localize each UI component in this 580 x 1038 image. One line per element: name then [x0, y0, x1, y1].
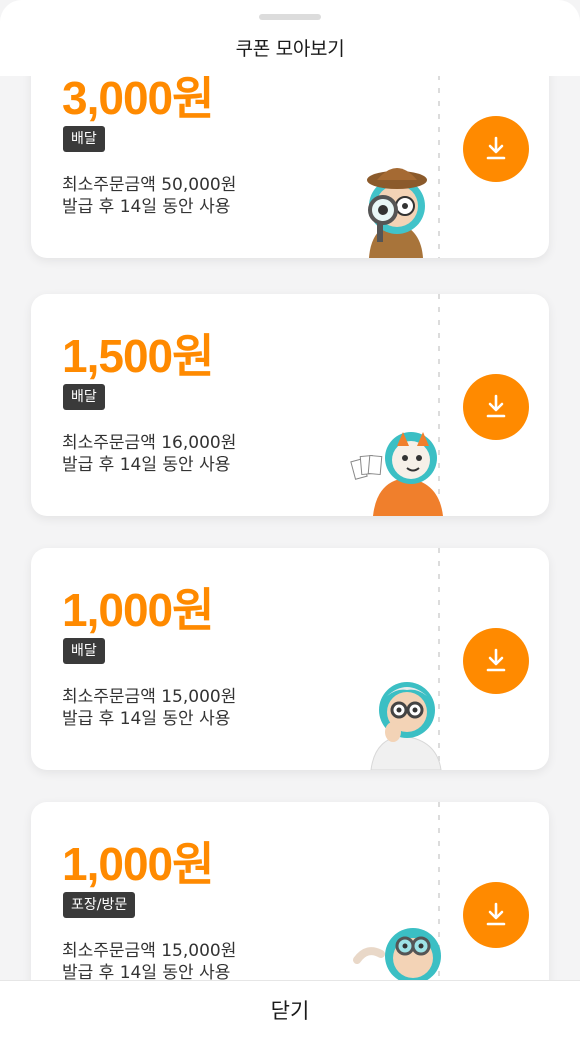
download-coupon-button[interactable]	[463, 628, 529, 694]
coupon-conditions: 최소주문금액 16,000원 발급 후 14일 동안 사용	[62, 432, 236, 476]
coupon-type-badge: 배달	[63, 638, 105, 664]
sheet-footer: 닫기	[0, 980, 580, 1038]
sheet-title: 쿠폰 모아보기	[235, 38, 345, 60]
coupon-validity: 발급 후 14일 동안 사용	[62, 709, 231, 729]
sheet-header: 쿠폰 모아보기	[0, 0, 580, 76]
close-button[interactable]: 닫기	[0, 981, 580, 1038]
download-icon	[486, 902, 506, 926]
coupon-validity: 발급 후 14일 동안 사용	[62, 963, 231, 980]
coupon-type-badge: 배달	[63, 384, 105, 410]
coupon-amount: 1,500원	[62, 330, 214, 382]
coupon-min-order: 최소주문금액 16,000원	[62, 433, 237, 453]
detective-mascot-illustration	[367, 168, 427, 258]
coupon-conditions: 최소주문금액 15,000원 발급 후 14일 동안 사용	[62, 940, 236, 980]
download-icon	[486, 648, 506, 672]
coupon-conditions: 최소주문금액 15,000원 발급 후 14일 동안 사용	[62, 686, 236, 730]
coupon-amount: 1,000원	[62, 838, 214, 890]
coupon-amount: 3,000원	[62, 76, 214, 124]
coupon-card: 1,500원 배달 최소주문금액 16,000원 발급 후 14일 동안 사용	[31, 294, 549, 516]
download-coupon-button[interactable]	[463, 374, 529, 440]
coupon-min-order: 최소주문금액 50,000원	[62, 175, 237, 195]
coupon-conditions: 최소주문금액 50,000원 발급 후 14일 동안 사용	[62, 174, 236, 218]
download-icon	[486, 136, 506, 160]
cat-mascot-illustration	[350, 432, 443, 516]
coupon-min-order: 최소주문금액 15,000원	[62, 687, 237, 707]
coupon-type-badge: 포장/방문	[63, 892, 136, 918]
coupon-validity: 발급 후 14일 동안 사용	[62, 455, 231, 475]
scientist-mascot-illustration	[370, 682, 442, 770]
coupon-min-order: 최소주문금액 15,000원	[62, 941, 237, 961]
download-coupon-button[interactable]	[463, 116, 529, 182]
download-coupon-button[interactable]	[463, 882, 529, 948]
goggles-mascot-illustration	[353, 928, 441, 980]
coupon-validity: 발급 후 14일 동안 사용	[62, 197, 231, 217]
coupon-list[interactable]: 3,000원 배달 최소주문금액 50,000원 발급 후 14일 동안 사용	[0, 76, 580, 980]
coupon-amount: 1,000원	[62, 584, 214, 636]
coupon-card: 1,000원 포장/방문 최소주문금액 15,000원 발급 후 14일 동안 …	[31, 802, 549, 980]
download-icon	[486, 394, 506, 418]
coupon-card: 1,000원 배달 최소주문금액 15,000원 발급 후 14일 동안 사용	[31, 548, 549, 770]
coupon-card: 3,000원 배달 최소주문금액 50,000원 발급 후 14일 동안 사용	[31, 76, 549, 258]
drag-handle[interactable]	[259, 14, 321, 20]
coupon-type-badge: 배달	[63, 126, 105, 152]
